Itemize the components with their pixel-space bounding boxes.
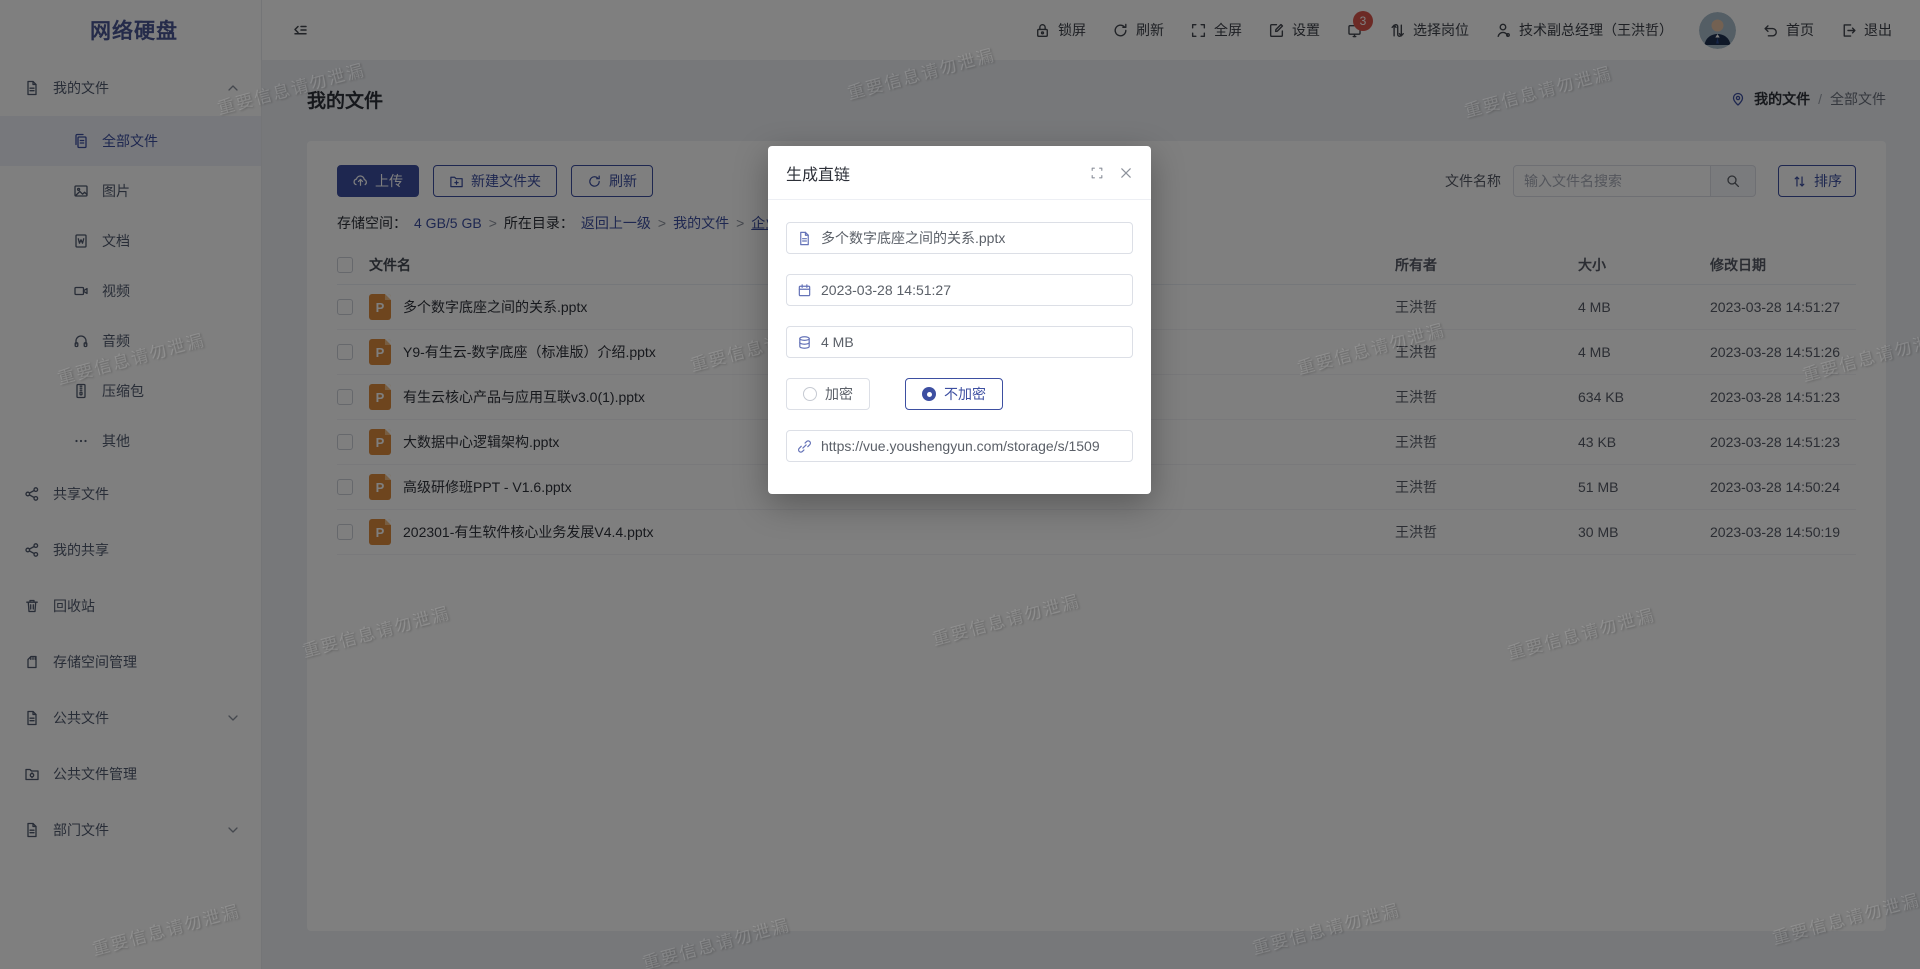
no-encrypt-radio-label: 不加密 (944, 384, 986, 404)
link-icon (797, 439, 812, 454)
expand-dialog-icon[interactable] (1090, 166, 1104, 180)
database-icon (797, 335, 812, 350)
encryption-options: 加密 不加密 (786, 378, 1133, 410)
dialog-body: 多个数字底座之间的关系.pptx 2023-03-28 14:51:27 4 M… (768, 200, 1151, 484)
link-filesize-value: 4 MB (821, 334, 854, 350)
calendar-icon (797, 283, 812, 298)
generate-direct-link-dialog: 生成直链 多个数字底座之间的关系.pptx 2023-03-28 14:51:2… (768, 146, 1151, 494)
direct-link-field[interactable]: https://vue.youshengyun.com/storage/s/15… (786, 430, 1133, 462)
link-filename-value: 多个数字底座之间的关系.pptx (821, 228, 1005, 248)
close-icon[interactable] (1119, 166, 1133, 180)
dialog-header: 生成直链 (768, 146, 1151, 200)
encrypt-radio[interactable]: 加密 (786, 378, 870, 410)
direct-link-value: https://vue.youshengyun.com/storage/s/15… (821, 438, 1100, 454)
dialog-title: 生成直链 (786, 161, 850, 185)
no-encrypt-radio[interactable]: 不加密 (905, 378, 1003, 410)
link-modified-date-field[interactable]: 2023-03-28 14:51:27 (786, 274, 1133, 306)
radio-dot-icon (922, 387, 936, 401)
link-modified-date-value: 2023-03-28 14:51:27 (821, 282, 951, 298)
link-filesize-field[interactable]: 4 MB (786, 326, 1133, 358)
app-root: 网络硬盘 我的文件 全部文件 图片 文档 视频 (0, 0, 1920, 969)
encrypt-radio-label: 加密 (825, 384, 853, 404)
link-filename-field[interactable]: 多个数字底座之间的关系.pptx (786, 222, 1133, 254)
radio-circle-icon (803, 387, 817, 401)
file-icon (797, 231, 812, 246)
